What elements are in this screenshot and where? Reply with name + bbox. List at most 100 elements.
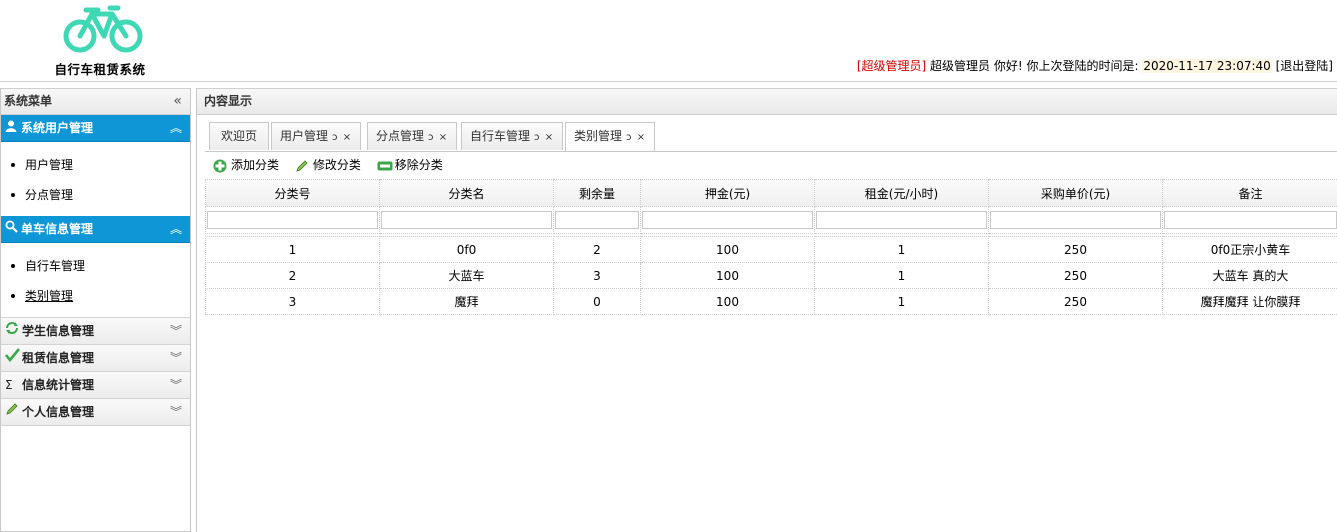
accordion-label: 信息统计管理 [22, 378, 95, 392]
refresh-icon [5, 318, 21, 344]
accordion-system-users[interactable]: 系统用户管理 ︽ [1, 115, 190, 142]
sigma-icon: Σ [5, 378, 13, 392]
table-cell: 250 [988, 262, 1163, 289]
table-cell: 1 [814, 262, 989, 289]
table-cell: 魔拜 [379, 288, 554, 315]
accordion-rental-info[interactable]: 租赁信息管理 ︾ [1, 344, 190, 371]
accordion-label: 个人信息管理 [22, 405, 95, 419]
bicycle-icon [63, 5, 143, 53]
tab-branch-management[interactable]: 分点管理 ↄ × [367, 122, 458, 150]
table-cell: 1 [205, 236, 380, 263]
tab-refresh-close-icons[interactable]: ↄ × [428, 132, 448, 143]
column-header[interactable]: 采购单价(元) [988, 179, 1163, 207]
plus-icon [213, 158, 227, 172]
filter-input[interactable] [381, 211, 552, 229]
chevron-down-icon[interactable]: ︾ [170, 399, 182, 425]
table-cell: 250 [988, 288, 1163, 315]
tab-strip: 欢迎页 用户管理 ↄ × 分点管理 ↄ × 自行车管理 ↄ × 类别管理 ↄ × [205, 122, 1337, 152]
accordion-label: 学生信息管理 [22, 324, 95, 338]
search-icon [5, 216, 19, 242]
add-category-button[interactable]: 添加分类 [213, 154, 279, 176]
column-header[interactable]: 剩余量 [553, 179, 641, 207]
table-cell: 大蓝车 [379, 262, 554, 289]
accordion-body-bike-info: 自行车管理 类别管理 [1, 243, 190, 317]
filter-input[interactable] [207, 211, 378, 229]
accordion-body-system-users: 用户管理 分点管理 [1, 142, 190, 216]
tab-refresh-close-icons[interactable]: ↄ × [332, 132, 352, 143]
table-cell: 1 [814, 288, 989, 315]
table-row[interactable]: 1 0f0 2 100 1 250 0f0正宗小黄车 [205, 236, 1337, 263]
column-header[interactable]: 分类名 [379, 179, 554, 207]
toolbar: 添加分类 修改分类 移除分类 [213, 154, 455, 176]
table-header-row: 分类号 分类名 剩余量 押金(元) 租金(元/小时) 采购单价(元) 备注 [205, 179, 1337, 207]
logout-link[interactable]: [退出登陆] [1272, 59, 1333, 73]
collapse-sidebar-icon[interactable]: « [173, 89, 182, 114]
user-info-bar: [超级管理员] 超级管理员 你好! 你上次登陆的时间是: 2020-11-17 … [857, 57, 1333, 74]
content-title: 内容显示 [204, 94, 253, 108]
column-header[interactable]: 备注 [1162, 179, 1337, 207]
sidebar-item-categories[interactable]: 类别管理 [11, 281, 190, 311]
tab-category-management[interactable]: 类别管理 ↄ × [565, 122, 656, 151]
filter-input[interactable] [1164, 211, 1337, 229]
accordion-bike-info[interactable]: 单车信息管理 ︽ [1, 216, 190, 243]
accordion-statistics[interactable]: Σ 信息统计管理 ︾ [1, 371, 190, 398]
table-cell: 2 [205, 262, 380, 289]
tab-label: 分点管理 [376, 129, 425, 143]
minus-icon [377, 158, 393, 172]
last-login-time: 2020-11-17 23:07:40 [1142, 59, 1272, 73]
tab-welcome[interactable]: 欢迎页 [209, 122, 270, 150]
button-label: 移除分类 [394, 158, 443, 172]
table-cell: 0 [553, 288, 641, 315]
check-icon [4, 345, 21, 371]
table-cell: 大蓝车 真的大 [1162, 262, 1337, 289]
logo: 自行车租赁系统 [40, 4, 160, 77]
filter-input[interactable] [990, 211, 1161, 229]
sidebar-item-bikes[interactable]: 自行车管理 [11, 251, 190, 281]
filter-input[interactable] [555, 211, 639, 229]
column-header[interactable]: 押金(元) [640, 179, 815, 207]
chevron-down-icon[interactable]: ︾ [170, 345, 182, 371]
edit-category-button[interactable]: 修改分类 [295, 154, 361, 176]
sidebar: 系统菜单 « 系统用户管理 ︽ 用户管理 分点管理 单车信息管理 ︽ 自行车管理… [0, 88, 191, 532]
sidebar-item-label: 用户管理 [25, 158, 74, 172]
tab-user-management[interactable]: 用户管理 ↄ × [271, 122, 362, 150]
sidebar-header: 系统菜单 « [1, 88, 190, 115]
sidebar-title: 系统菜单 [4, 94, 53, 108]
filter-input[interactable] [642, 211, 813, 229]
table-cell: 250 [988, 236, 1163, 263]
column-header[interactable]: 租金(元/小时) [814, 179, 989, 207]
button-label: 修改分类 [312, 158, 361, 172]
pencil-icon [295, 158, 309, 172]
sidebar-item-branches[interactable]: 分点管理 [11, 180, 190, 210]
remove-category-button[interactable]: 移除分类 [377, 154, 443, 176]
table-cell: 100 [640, 262, 815, 289]
tab-bike-management[interactable]: 自行车管理 ↄ × [461, 122, 564, 150]
table-cell: 魔拜魔拜 让你膜拜 [1162, 288, 1337, 315]
sidebar-item-label: 类别管理 [25, 289, 74, 303]
content-header: 内容显示 [197, 88, 1337, 115]
tab-label: 类别管理 [574, 129, 623, 143]
accordion-label: 租赁信息管理 [22, 351, 95, 365]
accordion-personal-info[interactable]: 个人信息管理 ︾ [1, 398, 190, 426]
tab-refresh-close-icons[interactable]: ↄ × [534, 132, 554, 143]
chevron-up-icon[interactable]: ︽ [170, 216, 182, 242]
table-cell: 100 [640, 236, 815, 263]
pencil-icon [5, 399, 21, 425]
category-table: 分类号 分类名 剩余量 押金(元) 租金(元/小时) 采购单价(元) 备注 1 … [205, 179, 1337, 315]
chevron-down-icon[interactable]: ︾ [170, 372, 182, 398]
tab-label: 欢迎页 [221, 129, 258, 143]
table-row[interactable]: 3 魔拜 0 100 1 250 魔拜魔拜 让你膜拜 [205, 288, 1337, 315]
chevron-down-icon[interactable]: ︾ [170, 318, 182, 344]
table-row[interactable]: 2 大蓝车 3 100 1 250 大蓝车 真的大 [205, 262, 1337, 289]
tab-refresh-close-icons[interactable]: ↄ × [626, 132, 646, 143]
header: 自行车租赁系统 [超级管理员] 超级管理员 你好! 你上次登陆的时间是: 202… [0, 0, 1337, 82]
filter-input[interactable] [816, 211, 987, 229]
user-icon [5, 115, 19, 141]
tab-label: 用户管理 [280, 129, 329, 143]
sidebar-item-users[interactable]: 用户管理 [11, 150, 190, 180]
accordion-student-info[interactable]: 学生信息管理 ︾ [1, 317, 190, 344]
content-panel: 内容显示 欢迎页 用户管理 ↄ × 分点管理 ↄ × 自行车管理 ↄ × 类别管理 ↄ … [196, 88, 1337, 532]
chevron-up-icon[interactable]: ︽ [170, 115, 182, 141]
table-cell: 0f0正宗小黄车 [1162, 236, 1337, 263]
column-header[interactable]: 分类号 [205, 179, 380, 207]
